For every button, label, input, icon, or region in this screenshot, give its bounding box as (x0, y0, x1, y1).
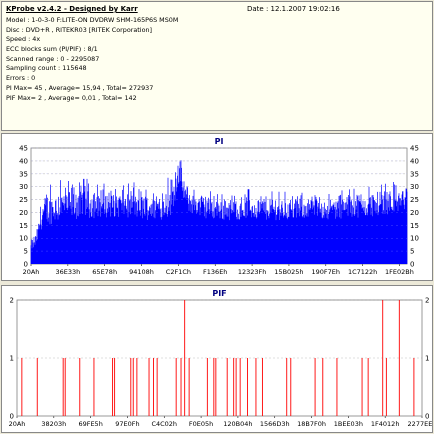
sampling-count-line: Sampling count : 115648 (6, 64, 87, 73)
pif-summary-line: PIF Max= 2 , Average= 0,01 , Total= 142 (6, 93, 137, 102)
info-lines: Model : 1-0-3-0 F:LITE-ON DVDRW SHM-165P… (6, 16, 178, 103)
y-tick-label-right: 35 (410, 170, 419, 178)
y-tick-label-right: 30 (410, 183, 419, 191)
pif-chart: PIF0 01 12 220Ah 38203h 69FE5h 97E0Fh C4C02h F0E… (9, 289, 432, 428)
x-tick-label: C2F1Ch (166, 268, 191, 276)
y-tick-label-left: 1 (10, 355, 14, 363)
y-tick-label-right: 45 (410, 145, 419, 153)
x-tick-label: 190F7Eh (312, 268, 341, 276)
x-tick-label: 69FE5h (78, 420, 102, 428)
x-tick-label: 18B7F0h (297, 420, 326, 428)
x-tick-label: 1BEE03h (334, 420, 363, 428)
y-tick-label-left: 30 (19, 183, 28, 191)
x-tick-label: 1FE02Bh (385, 268, 414, 276)
y-tick-label-right: 1 (425, 355, 429, 363)
y-tick-label-left: 45 (19, 145, 28, 153)
x-tick-label: 97E0Fh (115, 420, 139, 428)
pi-chart: PI0 05 510 1015 1520 2025 2530 3035 3540 4045 4520… (19, 137, 419, 276)
y-tick-label-left: 15 (19, 222, 28, 230)
y-tick-label-left: 10 (19, 235, 28, 243)
y-tick-label-right: 10 (410, 235, 419, 243)
x-tick-label: 36E33h (55, 268, 80, 276)
y-tick-label-left: 5 (24, 248, 28, 256)
x-tick-label: 94108h (129, 268, 154, 276)
y-tick-label-left: 2 (10, 297, 14, 305)
disc-info-panel: KProbe v2.4.2 - Designed by Karr Date : … (1, 1, 433, 131)
y-tick-label-right: 40 (410, 157, 419, 165)
pif-chart-panel: PIF 0 0 1 1 2 2 20Ah 38203h 69FE5h 97E0Fh C4C02h F0E… (1, 285, 433, 433)
x-tick-label: 12323Fh (238, 268, 267, 276)
x-tick-label: 2277EEh (408, 420, 432, 428)
x-tick-label: 1F4012h (371, 420, 400, 428)
x-tick-label: 15B025h (274, 268, 303, 276)
y-tick-label-left: 40 (19, 157, 28, 165)
y-tick-label-right: 2 (425, 297, 429, 305)
ecc-line: ECC blocks sum (PI/PIF) : 8/1 (6, 45, 98, 54)
pi-summary-line: PI Max= 45 , Average= 15,94 , Total= 272… (6, 83, 154, 92)
x-tick-label: 65E78h (92, 268, 117, 276)
pi-series (30, 160, 408, 264)
x-tick-label: F0E05h (189, 420, 213, 428)
y-tick-label-left: 35 (19, 170, 28, 178)
scanned-range-line: Scanned range : 0 - 2295087 (6, 54, 100, 63)
app-title: KProbe v2.4.2 - Designed by Karr (6, 5, 138, 13)
model-line: Model : 1-0-3-0 F:LITE-ON DVDRW SHM-165P… (6, 16, 179, 24)
y-tick-label-right: 5 (410, 248, 414, 256)
y-tick-label-left: 20 (19, 209, 28, 217)
x-tick-label: 38203h (41, 420, 66, 428)
speed-line: Speed : 4x (6, 35, 41, 44)
scan-date: Date : 12.1.2007 19:02:16 (247, 5, 340, 13)
errors-line: Errors : 0 (6, 74, 36, 83)
x-tick-label: C4C02h (151, 420, 177, 428)
x-tick-label: 1C7122h (348, 268, 377, 276)
disc-line: Disc : DVD+R , RITEKR03 [RITEK Corporati… (6, 25, 153, 34)
x-tick-label: F136Eh (203, 268, 227, 276)
chart-title: PIF (212, 289, 226, 298)
x-tick-label: 20Ah (9, 420, 26, 428)
y-tick-label-left: 25 (19, 196, 28, 204)
y-tick-label-right: 20 (410, 209, 419, 217)
y-tick-label-right: 25 (410, 196, 419, 204)
pi-chart-panel: PI 0 0 5 5 10 10 15 15 20 20 25 25 30 30 35 35 40 40 45 45 20… (1, 133, 433, 281)
chart-title: PI (215, 137, 224, 146)
y-tick-label-right: 15 (410, 222, 419, 230)
x-tick-label: 120B04h (223, 420, 252, 428)
x-tick-label: 1566D3h (260, 420, 290, 428)
x-tick-label: 20Ah (23, 268, 40, 276)
pi-area (30, 160, 408, 264)
